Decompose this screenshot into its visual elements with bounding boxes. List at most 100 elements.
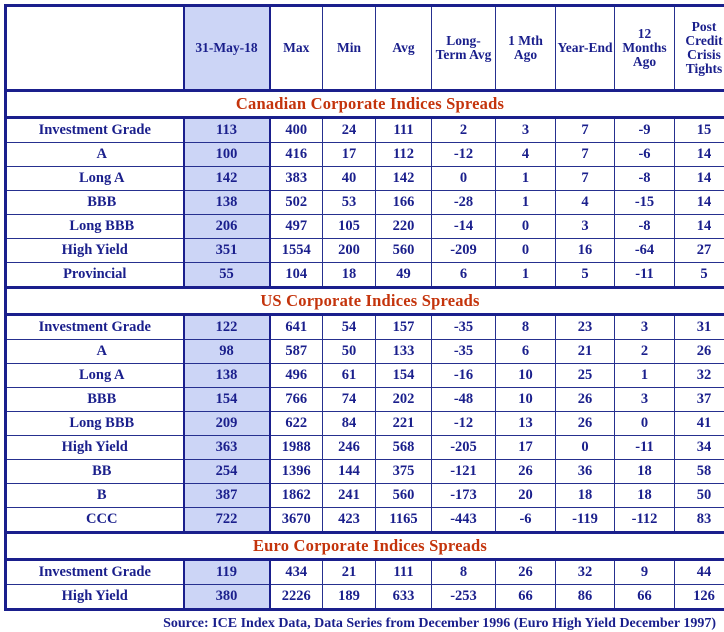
column-header-ye: Year-End: [556, 6, 615, 91]
table-row: Long A13849661154-161025132: [6, 364, 724, 388]
cell-m1: 10: [496, 364, 556, 388]
cell-ye: 7: [556, 118, 615, 143]
cell-max: 3670: [270, 508, 323, 533]
row-label: BBB: [6, 388, 184, 412]
cell-pcct: 126: [675, 585, 724, 610]
cell-avg: 111: [376, 118, 432, 143]
cell-lta: -28: [432, 191, 496, 215]
table-row: CCC72236704231165-443-6-119-11283: [6, 508, 724, 533]
cell-current: 138: [184, 191, 270, 215]
cell-max: 587: [270, 340, 323, 364]
section-title-row: US Corporate Indices Spreads: [6, 288, 724, 315]
cell-lta: 2: [432, 118, 496, 143]
cell-current: 113: [184, 118, 270, 143]
table-row: Long BBB20962284221-121326041: [6, 412, 724, 436]
cell-max: 416: [270, 143, 323, 167]
cell-min: 189: [323, 585, 376, 610]
cell-avg: 202: [376, 388, 432, 412]
cell-ye: 18: [556, 484, 615, 508]
row-label: Investment Grade: [6, 315, 184, 340]
cell-lta: 8: [432, 560, 496, 585]
cell-max: 641: [270, 315, 323, 340]
cell-lta: -173: [432, 484, 496, 508]
section-title: US Corporate Indices Spreads: [6, 288, 724, 315]
cell-m12: 9: [615, 560, 675, 585]
cell-max: 104: [270, 263, 323, 288]
cell-m12: 2: [615, 340, 675, 364]
cell-avg: 166: [376, 191, 432, 215]
cell-current: 209: [184, 412, 270, 436]
column-header-min: Min: [323, 6, 376, 91]
table-row: A9858750133-35621226: [6, 340, 724, 364]
cell-max: 1396: [270, 460, 323, 484]
cell-m1: 8: [496, 315, 556, 340]
cell-m1: 1: [496, 167, 556, 191]
table-row: Investment Grade12264154157-35823331: [6, 315, 724, 340]
cell-current: 380: [184, 585, 270, 610]
cell-pcct: 41: [675, 412, 724, 436]
cell-max: 622: [270, 412, 323, 436]
cell-max: 1554: [270, 239, 323, 263]
cell-m12: 18: [615, 484, 675, 508]
cell-min: 144: [323, 460, 376, 484]
cell-min: 24: [323, 118, 376, 143]
cell-m1: -6: [496, 508, 556, 533]
cell-pcct: 26: [675, 340, 724, 364]
cell-m12: 1: [615, 364, 675, 388]
cell-m12: -112: [615, 508, 675, 533]
table-row: BB2541396144375-12126361858: [6, 460, 724, 484]
cell-m12: 18: [615, 460, 675, 484]
cell-max: 497: [270, 215, 323, 239]
table-row: A10041617112-1247-614: [6, 143, 724, 167]
cell-min: 18: [323, 263, 376, 288]
cell-min: 423: [323, 508, 376, 533]
cell-lta: -121: [432, 460, 496, 484]
cell-avg: 633: [376, 585, 432, 610]
cell-min: 61: [323, 364, 376, 388]
column-header-current: 31-May-18: [184, 6, 270, 91]
cell-max: 1862: [270, 484, 323, 508]
cell-m1: 26: [496, 460, 556, 484]
cell-lta: 6: [432, 263, 496, 288]
cell-pcct: 15: [675, 118, 724, 143]
cell-avg: 375: [376, 460, 432, 484]
cell-m1: 4: [496, 143, 556, 167]
cell-lta: -209: [432, 239, 496, 263]
cell-avg: 133: [376, 340, 432, 364]
column-header-label: [6, 6, 184, 91]
section-title: Canadian Corporate Indices Spreads: [6, 91, 724, 118]
column-header-row: 31-May-18MaxMinAvgLong-Term Avg1 Mth Ago…: [6, 6, 724, 91]
row-label: BB: [6, 460, 184, 484]
cell-avg: 560: [376, 484, 432, 508]
cell-lta: -12: [432, 143, 496, 167]
cell-lta: -253: [432, 585, 496, 610]
cell-ye: 3: [556, 215, 615, 239]
cell-m1: 26: [496, 560, 556, 585]
cell-current: 122: [184, 315, 270, 340]
cell-pcct: 14: [675, 167, 724, 191]
cell-pcct: 5: [675, 263, 724, 288]
cell-current: 351: [184, 239, 270, 263]
cell-m12: 0: [615, 412, 675, 436]
cell-m1: 10: [496, 388, 556, 412]
cell-ye: 26: [556, 412, 615, 436]
table-row: Investment Grade1194342111182632944: [6, 560, 724, 585]
row-label: Long A: [6, 167, 184, 191]
row-label: Provincial: [6, 263, 184, 288]
cell-min: 246: [323, 436, 376, 460]
table-row: BBB15476674202-481026337: [6, 388, 724, 412]
section-title: Euro Corporate Indices Spreads: [6, 533, 724, 560]
cell-m12: -9: [615, 118, 675, 143]
row-label: CCC: [6, 508, 184, 533]
cell-ye: 7: [556, 167, 615, 191]
cell-m1: 17: [496, 436, 556, 460]
cell-lta: -16: [432, 364, 496, 388]
cell-m1: 0: [496, 239, 556, 263]
table-row: High Yield3802226189633-253668666126: [6, 585, 724, 610]
column-header-max: Max: [270, 6, 323, 91]
cell-lta: -35: [432, 315, 496, 340]
cell-max: 400: [270, 118, 323, 143]
cell-avg: 49: [376, 263, 432, 288]
spread-report-page: 31-May-18MaxMinAvgLong-Term Avg1 Mth Ago…: [0, 0, 724, 596]
cell-m1: 1: [496, 263, 556, 288]
